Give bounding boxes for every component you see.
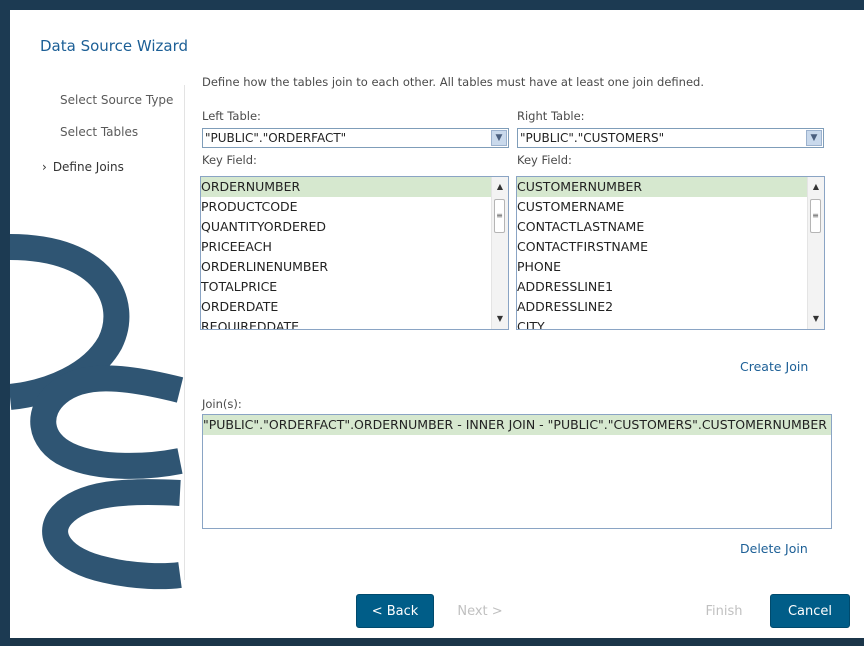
dialog-bottom-edge [10, 638, 864, 646]
database-logo-icon [10, 234, 184, 590]
joins-label: Join(s): [202, 397, 242, 411]
right-table-value: "PUBLIC"."CUSTOMERS" [520, 131, 665, 145]
key-field-option[interactable]: ORDERDATE [201, 297, 491, 317]
key-field-option[interactable]: PHONE [517, 257, 807, 277]
right-list-scrollbar[interactable]: ▲ ≡ ▼ [807, 177, 824, 329]
key-field-option[interactable]: REQUIREDDATE [201, 317, 491, 329]
delete-join-link[interactable]: Delete Join [740, 541, 808, 556]
step-define-joins[interactable]: › Define Joins [42, 160, 124, 174]
key-field-option[interactable]: CUSTOMERNAME [517, 197, 807, 217]
right-table-select[interactable]: "PUBLIC"."CUSTOMERS" ▼ [517, 128, 824, 148]
chevron-down-icon[interactable]: ▼ [806, 130, 822, 146]
chevron-down-icon[interactable]: ▼ [491, 130, 507, 146]
step-define-joins-label: Define Joins [52, 160, 124, 174]
step-select-tables[interactable]: Select Tables [60, 125, 138, 139]
key-field-option[interactable]: CONTACTLASTNAME [517, 217, 807, 237]
joins-list[interactable]: "PUBLIC"."ORDERFACT".ORDERNUMBER - INNER… [202, 414, 832, 529]
finish-button[interactable]: Finish [694, 594, 754, 628]
right-key-field-rows: CUSTOMERNUMBER CUSTOMERNAME CONTACTLASTNAM… [517, 177, 807, 329]
right-table-label: Right Table: [517, 109, 585, 123]
scroll-thumb[interactable]: ≡ [810, 199, 821, 233]
cancel-button[interactable]: Cancel [770, 594, 850, 628]
left-table-label: Left Table: [202, 109, 261, 123]
scroll-down-icon[interactable]: ▼ [492, 311, 508, 327]
left-table-select[interactable]: "PUBLIC"."ORDERFACT" ▼ [202, 128, 509, 148]
key-field-option[interactable]: ORDERLINENUMBER [201, 257, 491, 277]
key-field-option[interactable]: ORDERNUMBER [201, 177, 491, 197]
key-field-option[interactable]: ADDRESSLINE2 [517, 297, 807, 317]
key-field-option[interactable]: ADDRESSLINE1 [517, 277, 807, 297]
left-list-scrollbar[interactable]: ▲ ≡ ▼ [491, 177, 508, 329]
left-key-field-rows: ORDERNUMBER PRODUCTCODE QUANTITYORDERED PRI… [201, 177, 491, 329]
key-field-option[interactable]: QUANTITYORDERED [201, 217, 491, 237]
key-field-option[interactable]: CITY [517, 317, 807, 329]
scroll-up-icon[interactable]: ▲ [492, 179, 508, 195]
instruction-text: Define how the tables join to each other… [202, 75, 704, 89]
join-item[interactable]: "PUBLIC"."ORDERFACT".ORDERNUMBER - INNER… [203, 415, 831, 435]
next-button[interactable]: Next > [450, 594, 510, 628]
create-join-link[interactable]: Create Join [740, 359, 808, 374]
wizard-dialog: Data Source Wizard Select Source Type Se… [10, 10, 864, 638]
right-key-field-list[interactable]: CUSTOMERNUMBER CUSTOMERNAME CONTACTLASTNAM… [516, 176, 825, 330]
chevron-right-icon: › [42, 160, 47, 174]
dialog-title: Data Source Wizard [40, 37, 189, 55]
right-key-field-label: Key Field: [517, 153, 572, 167]
scroll-up-icon[interactable]: ▲ [808, 179, 824, 195]
left-table-value: "PUBLIC"."ORDERFACT" [205, 131, 347, 145]
left-key-field-label: Key Field: [202, 153, 257, 167]
left-key-field-list[interactable]: ORDERNUMBER PRODUCTCODE QUANTITYORDERED PRI… [200, 176, 509, 330]
key-field-option[interactable]: CUSTOMERNUMBER [517, 177, 807, 197]
key-field-option[interactable]: PRODUCTCODE [201, 197, 491, 217]
step-select-source-type[interactable]: Select Source Type [60, 93, 173, 107]
key-field-option[interactable]: PRICEEACH [201, 237, 491, 257]
key-field-option[interactable]: TOTALPRICE [201, 277, 491, 297]
scroll-thumb[interactable]: ≡ [494, 199, 505, 233]
key-field-option[interactable]: CONTACTFIRSTNAME [517, 237, 807, 257]
back-button[interactable]: < Back [356, 594, 434, 628]
scroll-down-icon[interactable]: ▼ [808, 311, 824, 327]
